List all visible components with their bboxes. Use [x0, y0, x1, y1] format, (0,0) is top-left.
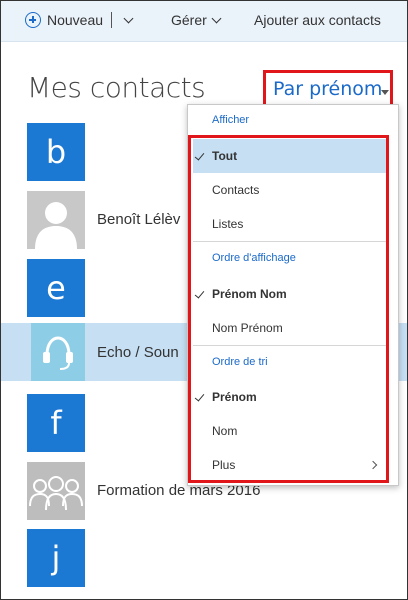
- menu-item-first-last[interactable]: Prénom Nom: [193, 277, 386, 311]
- add-contacts-label: Ajouter aux contacts: [254, 12, 381, 28]
- checkmark-icon: [194, 288, 205, 299]
- group-icon: [29, 476, 83, 511]
- letter-tile-f: f: [27, 394, 85, 452]
- menu-item-last-first[interactable]: Nom Prénom: [193, 311, 386, 345]
- contact-name[interactable]: Echo / Soun: [97, 344, 179, 361]
- annotation-highlight-sort: [263, 70, 393, 108]
- checkmark-icon: [194, 150, 205, 161]
- person-icon: [35, 202, 77, 249]
- add-to-contacts-button[interactable]: Ajouter aux contacts: [254, 12, 381, 28]
- separator: [111, 12, 113, 28]
- manage-button[interactable]: Gérer: [171, 12, 222, 28]
- manage-label: Gérer: [171, 12, 207, 28]
- page-title: Mes contacts: [27, 71, 206, 104]
- menu-item-more[interactable]: Plus: [193, 448, 386, 482]
- menu-item-contacts[interactable]: Contacts: [193, 173, 386, 207]
- chevron-down-icon: [211, 13, 222, 23]
- letter-tile-e: e: [27, 259, 85, 317]
- checkmark-icon: [194, 391, 205, 402]
- contact-name[interactable]: Benoît Lélèv: [97, 211, 180, 228]
- menu-section-header: Ordre de tri: [212, 356, 268, 368]
- menu-section-header: Afficher: [212, 114, 250, 126]
- app-frame: Nouveau Gérer Ajouter aux contacts Mes c…: [0, 0, 408, 600]
- chevron-down-icon[interactable]: [123, 13, 134, 23]
- menu-item-lists[interactable]: Listes: [193, 207, 386, 241]
- command-bar: Nouveau Gérer Ajouter aux contacts: [1, 1, 407, 42]
- menu-item-sort-first-name[interactable]: Prénom: [193, 380, 386, 414]
- plus-circle-icon: [25, 12, 41, 28]
- letter-tile-j: j: [27, 529, 85, 587]
- contact-avatar[interactable]: [31, 323, 85, 381]
- headset-icon: [43, 336, 73, 370]
- contact-avatar[interactable]: [27, 462, 85, 520]
- menu-item-sort-last-name[interactable]: Nom: [193, 414, 386, 448]
- menu-item-all[interactable]: Tout: [193, 139, 386, 173]
- menu-divider: [193, 345, 386, 346]
- new-button[interactable]: Nouveau: [25, 12, 134, 28]
- chevron-right-icon: [368, 460, 378, 470]
- new-label: Nouveau: [47, 12, 104, 28]
- menu-divider: [193, 241, 386, 242]
- letter-tile-b: b: [27, 123, 85, 181]
- menu-section-header: Ordre d'affichage: [212, 252, 296, 264]
- contact-avatar[interactable]: [27, 191, 85, 249]
